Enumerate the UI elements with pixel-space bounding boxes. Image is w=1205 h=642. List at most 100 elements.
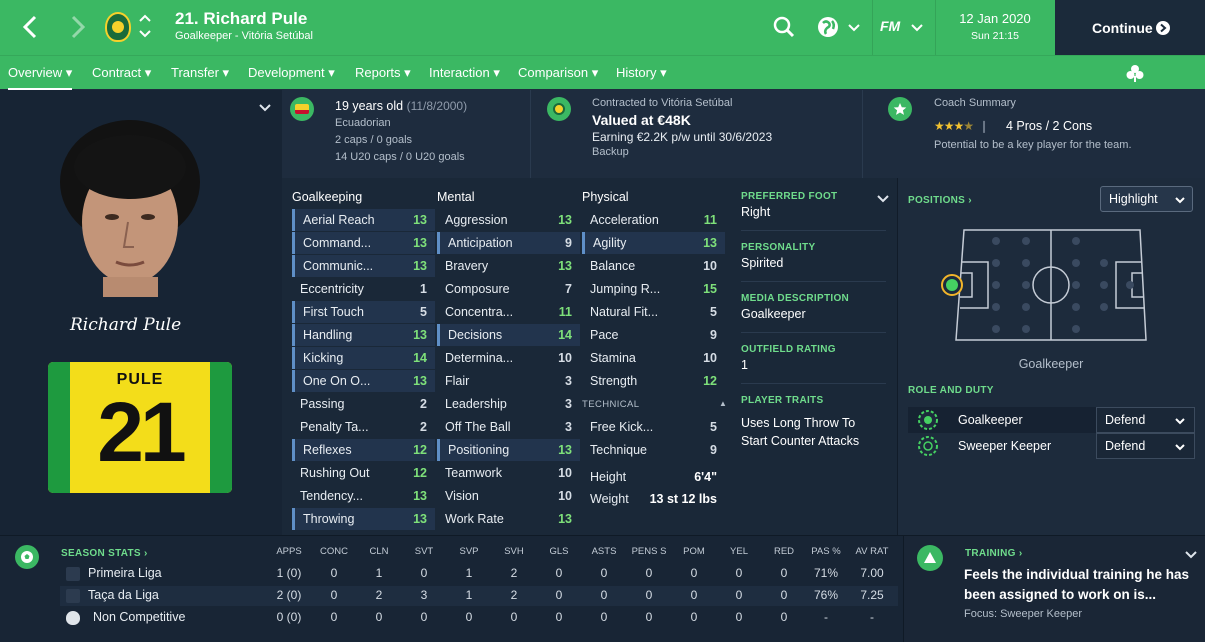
tab-transfer[interactable]: Transfer ▾ [171,65,229,81]
stats-column-header[interactable]: APPS [269,546,309,557]
positions-label[interactable]: POSITIONS › [908,195,972,206]
duty-dropdown[interactable]: Defend [1096,407,1195,433]
stats-column-header[interactable]: POM [674,546,714,557]
training-collapse-button[interactable] [1184,547,1198,565]
attribute-decisions[interactable]: Decisions 14 [437,324,580,346]
attribute-tendency[interactable]: Tendency... 13 [292,485,435,507]
attribute-concentra[interactable]: Concentra... 11 [437,301,580,323]
chevron-updown-icon [139,14,151,38]
back-button[interactable] [18,14,42,40]
attribute-teamwork[interactable]: Teamwork 10 [437,462,580,484]
attribute-pace[interactable]: Pace 9 [582,324,725,346]
duty-dropdown[interactable]: Defend [1096,433,1195,459]
goalkeeper-position-marker[interactable] [941,274,963,296]
stats-cell: 0 [780,588,788,602]
stats-cell: 7.25 [860,588,884,602]
stats-column-header[interactable]: RED [764,546,804,557]
attribute-bravery[interactable]: Bravery 13 [437,255,580,277]
attribute-aerial-reach[interactable]: Aerial Reach 13 [292,209,435,231]
tab-history[interactable]: History ▾ [616,65,667,81]
attribute-positioning[interactable]: Positioning 13 [437,439,580,461]
personality: Spirited [741,256,784,270]
details-collapse-button[interactable] [876,191,890,209]
attribute-passing[interactable]: Passing 2 [292,393,435,415]
tab-contract[interactable]: Contract ▾ [92,65,151,81]
attribute-value: 3 [565,420,572,434]
attribute-eccentricity[interactable]: Eccentricity 1 [292,278,435,300]
season-stats-label[interactable]: SEASON STATS › [61,548,148,559]
pitch-diagram [952,228,1150,342]
attribute-vision[interactable]: Vision 10 [437,485,580,507]
attribute-jumping-r[interactable]: Jumping R... 15 [582,278,725,300]
outfield-rating: 1 [741,358,748,372]
competition-name[interactable]: Primeira Liga [88,566,162,580]
highlight-dropdown[interactable]: Highlight [1100,186,1193,212]
attribute-reflexes[interactable]: Reflexes 12 [292,439,435,461]
training-label[interactable]: TRAINING › [965,548,1022,559]
tab-interaction[interactable]: Interaction ▾ [429,65,500,81]
attribute-command[interactable]: Command... 13 [292,232,435,254]
club-switch-arrows[interactable] [138,12,152,40]
stats-cell: 0 [330,610,338,624]
attribute-technique[interactable]: Technique 9 [582,439,725,461]
stats-column-header[interactable]: CLN [359,546,399,557]
tab-comparison[interactable]: Comparison ▾ [518,65,598,81]
competition-name[interactable]: Taça da Liga [88,588,159,602]
stats-column-header[interactable]: YEL [719,546,759,557]
role-row[interactable]: Sweeper Keeper Defend [908,433,1195,459]
collapse-button[interactable] [258,100,272,118]
player-trait[interactable]: Uses Long Throw To Start Counter Attacks [741,414,881,450]
attribute-communic[interactable]: Communic... 13 [292,255,435,277]
attribute-value: 13 [413,259,427,273]
role-row[interactable]: Goalkeeper Defend [908,407,1195,433]
stats-column-header[interactable]: PAS % [806,546,846,557]
stats-column-header[interactable]: SVP [449,546,489,557]
stats-column-header[interactable]: ASTS [584,546,624,557]
technical-title: TECHNICAL [582,399,640,410]
stats-cell: 1 [465,566,473,580]
attribute-throwing[interactable]: Throwing 13 [292,508,435,530]
attribute-determina[interactable]: Determina... 10 [437,347,580,369]
attribute-one-on-o[interactable]: One On O... 13 [292,370,435,392]
attribute-kicking[interactable]: Kicking 14 [292,347,435,369]
stats-column-header[interactable]: SVH [494,546,534,557]
pros-cons[interactable]: 4 Pros / 2 Cons [1006,119,1092,133]
attribute-agility[interactable]: Agility 13 [582,232,725,254]
attribute-aggression[interactable]: Aggression 13 [437,209,580,231]
stats-column-header[interactable]: SVT [404,546,444,557]
stats-column-header[interactable]: GLS [539,546,579,557]
forward-button[interactable] [66,14,90,40]
tab-reports[interactable]: Reports ▾ [355,65,411,81]
attribute-composure[interactable]: Composure 7 [437,278,580,300]
tab-development[interactable]: Development ▾ [248,65,335,81]
attribute-flair[interactable]: Flair 3 [437,370,580,392]
attribute-penalty-ta[interactable]: Penalty Ta... 2 [292,416,435,438]
club-badge-icon[interactable] [105,12,131,42]
attribute-rushing-out[interactable]: Rushing Out 12 [292,462,435,484]
search-button[interactable] [773,16,795,38]
attribute-leadership[interactable]: Leadership 3 [437,393,580,415]
attribute-natural-fit[interactable]: Natural Fit... 5 [582,301,725,323]
stats-column-header[interactable]: CONC [314,546,354,557]
divider [862,90,863,178]
tab-overview[interactable]: Overview ▾ [8,65,73,90]
stats-column-header[interactable]: PENS S [629,546,669,557]
stats-column-header[interactable]: AV RAT [852,546,892,557]
attribute-balance[interactable]: Balance 10 [582,255,725,277]
attribute-strength[interactable]: Strength 12 [582,370,725,392]
world-menu-button[interactable] [817,15,861,39]
attribute-free-kick[interactable]: Free Kick... 5 [582,416,725,438]
continue-button[interactable]: Continue [1055,0,1205,55]
attribute-handling[interactable]: Handling 13 [292,324,435,346]
attribute-stamina[interactable]: Stamina 10 [582,347,725,369]
attribute-work-rate[interactable]: Work Rate 13 [437,508,580,530]
attribute-anticipation[interactable]: Anticipation 9 [437,232,580,254]
fm-menu-button[interactable]: FM [880,18,925,38]
technical-toggle-icon[interactable]: ▲ [719,399,727,408]
competition-name[interactable]: Non Competitive [93,610,185,624]
attribute-first-touch[interactable]: First Touch 5 [292,301,435,323]
attribute-off-the-ball[interactable]: Off The Ball 3 [437,416,580,438]
attribute-value: 9 [710,443,717,457]
clover-icon[interactable] [1126,64,1144,82]
attribute-acceleration[interactable]: Acceleration 11 [582,209,725,231]
